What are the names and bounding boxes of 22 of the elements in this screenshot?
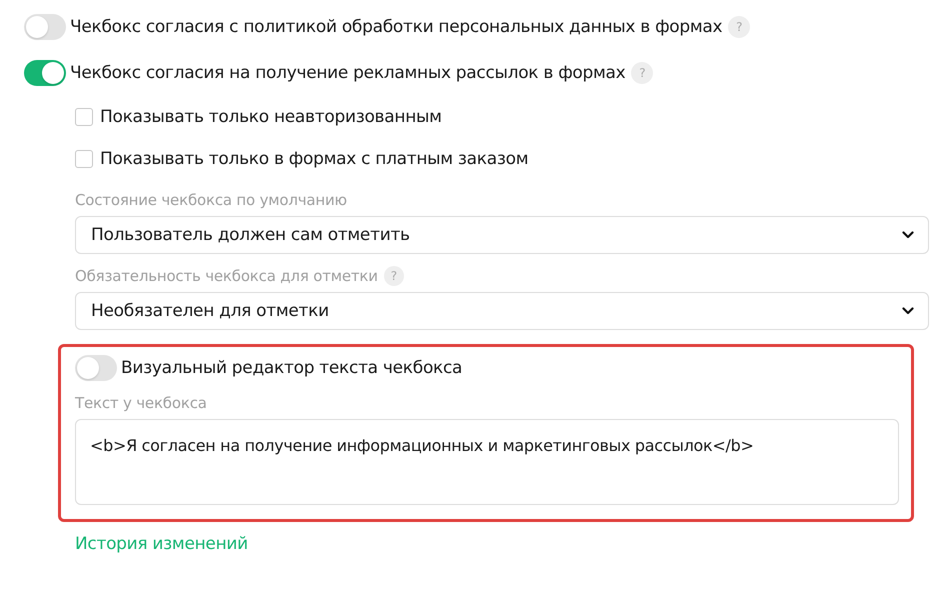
history-link[interactable]: История изменений	[75, 534, 248, 554]
checkbox[interactable]	[75, 108, 93, 126]
toggle-switch[interactable]	[75, 355, 117, 381]
toggle-label: Чекбокс согласия с политикой обработки персональных данных в формах	[70, 17, 722, 37]
toggle-label: Визуальный редактор текста чекбокса	[121, 358, 462, 378]
chevron-down-icon	[902, 231, 914, 239]
chevron-down-icon	[902, 307, 914, 315]
toggle-switch[interactable]	[24, 14, 66, 40]
field-label: Текст у чекбокса	[75, 393, 208, 414]
field-label: Обязательность чекбокса для отметки	[75, 267, 378, 285]
checkbox[interactable]	[75, 150, 93, 168]
help-icon[interactable]: ?	[728, 16, 750, 38]
toggle-label: Чекбокс согласия на получение рекламных рассылок в формах	[70, 63, 626, 83]
toggle-switch[interactable]	[24, 60, 66, 86]
text-area[interactable]: <b>Я согласен на получение информационных и маркетинговых рассылок</b>	[75, 419, 899, 505]
field-label: Состояние чекбокса по умолчанию	[75, 191, 347, 209]
checkbox-label: Показывать только в формах с платным заказом	[100, 149, 528, 169]
help-icon[interactable]: ?	[631, 62, 654, 84]
checkbox-label: Показывать только неавторизованным	[100, 107, 442, 127]
select-field[interactable]: Пользователь должен сам отметить	[75, 216, 929, 254]
select-field[interactable]: Необязателен для отметки	[75, 292, 929, 330]
help-icon[interactable]: ?	[384, 266, 404, 286]
